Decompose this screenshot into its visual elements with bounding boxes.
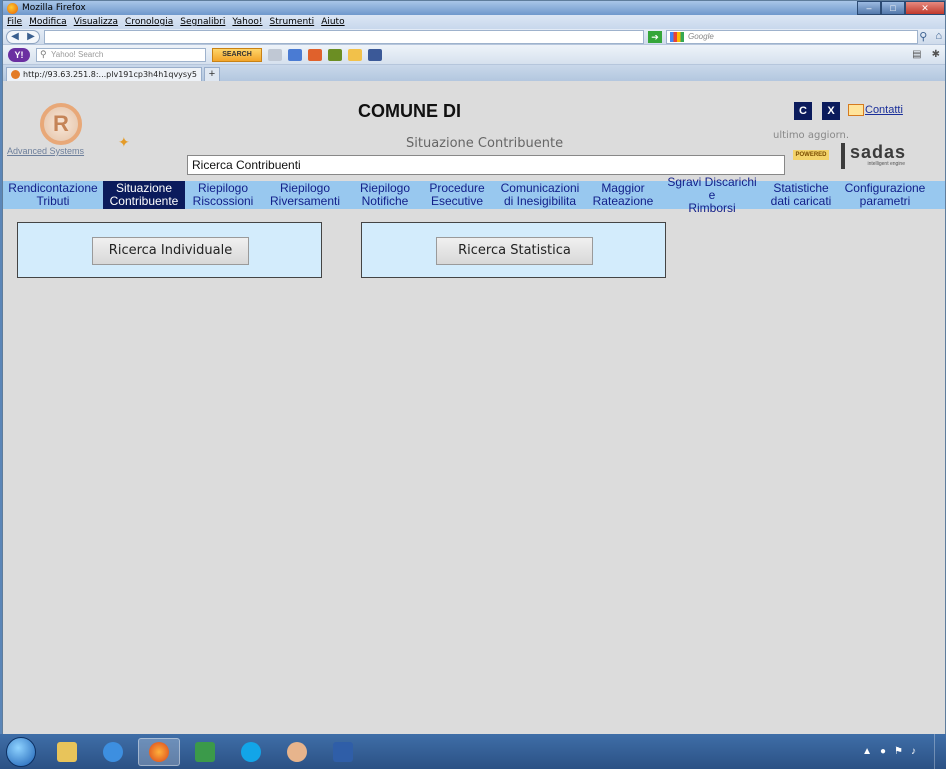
ricerca-individuale-button[interactable]: Ricerca Individuale (92, 237, 249, 265)
individual-search-panel: Ricerca Individuale (17, 222, 322, 278)
menu-configurazione-parametri[interactable]: Configurazione parametri (837, 181, 933, 209)
bookmarks-icon[interactable]: ▤ (912, 49, 921, 60)
yahoo-search-input[interactable]: Yahoo! Search (36, 47, 206, 62)
menu-sgravi-discarichi-rimborsi[interactable]: Sgravi Discarichi e Rimborsi (659, 175, 765, 214)
powered-badge: POWERED (793, 150, 829, 160)
news-toolbar-icon[interactable] (348, 48, 362, 61)
system-tray: ▲ ● ⚑ ♪ (862, 746, 916, 757)
menu-riepilogo-riversamenti[interactable]: Riepilogo Riversamenti (261, 181, 349, 209)
menu-rendicontazione-tributi[interactable]: Rendicontazione Tributi (3, 181, 103, 209)
menu-strumenti[interactable]: Strumenti (270, 17, 315, 27)
google-icon[interactable] (670, 31, 684, 42)
taskbar-word[interactable] (322, 738, 364, 766)
logo-caption[interactable]: Advanced Systems (7, 146, 84, 156)
maximize-button[interactable]: □ (881, 1, 905, 15)
back-arrow-icon[interactable]: ◀ (11, 31, 19, 42)
contribuenti-search-field[interactable]: Ricerca Contribuenti (187, 155, 785, 175)
minimize-button[interactable]: – (857, 1, 881, 15)
main-menu: Rendicontazione Tributi Situazione Contr… (3, 175, 945, 214)
menu-bar: File Modifica Visualizza Cronologia Segn… (3, 15, 945, 29)
page-subtitle: Situazione Contribuente (406, 136, 564, 151)
back-forward-buttons[interactable]: ◀ ▶ (6, 29, 40, 44)
taskbar-firefox[interactable] (138, 737, 180, 766)
r-app-icon (287, 741, 307, 762)
skype-icon (241, 741, 261, 762)
company-logo-icon: R (40, 103, 82, 145)
menu-statistiche-dati[interactable]: Statistiche dati caricati (765, 181, 837, 209)
tab-label: http://93.63.251.8:...plv191cp3h4h1qvysy… (23, 70, 197, 79)
menu-yahoo[interactable]: Yahoo! (232, 17, 262, 27)
menu-riepilogo-notifiche[interactable]: Riepilogo Notifiche (349, 181, 421, 209)
yahoo-toolbar: Y! Yahoo! Search SEARCH ▤ ✱ (3, 45, 945, 65)
search-engine-placeholder: Google (688, 32, 714, 41)
show-desktop-button[interactable] (934, 734, 946, 769)
page-header: R Advanced Systems ✦ COMUNE DI Situazion… (3, 98, 945, 181)
tray-flag-icon[interactable]: ⚑ (894, 746, 903, 757)
settings-gear-icon[interactable]: ✱ (932, 49, 940, 60)
taskbar-app-r[interactable] (276, 738, 318, 766)
tab-active[interactable]: http://93.63.251.8:...plv191cp3h4h1qvysy… (6, 67, 202, 81)
c-button[interactable]: C (794, 102, 812, 120)
games-toolbar-icon[interactable] (328, 48, 342, 61)
last-update-label: ultimo aggiorn. (773, 130, 850, 141)
x-button[interactable]: X (822, 102, 840, 120)
navigation-bar: ◀ ▶ ➔ Google ⚲ ⌂ (3, 29, 945, 45)
taskbar-ie[interactable] (92, 738, 134, 766)
tab-bar: http://93.63.251.8:...plv191cp3h4h1qvysy… (3, 65, 945, 81)
yahoo-logo-icon[interactable]: Y! (8, 47, 30, 62)
windows-taskbar: ▲ ● ⚑ ♪ (0, 734, 946, 769)
home-icon[interactable]: ⌂ (935, 30, 942, 43)
rocket-icon: ✦ (118, 134, 130, 150)
title-bar: Mozilla Firefox – □ ✕ (3, 1, 945, 15)
firefox-icon (7, 2, 18, 14)
page-title: COMUNE DI (358, 101, 461, 121)
menu-riepilogo-riscossioni[interactable]: Riepilogo Riscossioni (185, 181, 261, 209)
firefox-icon (149, 741, 169, 762)
mail-icon[interactable] (848, 104, 864, 116)
tray-volume-icon[interactable]: ♪ (911, 746, 916, 757)
start-button[interactable] (6, 736, 36, 767)
taskbar-explorer[interactable] (46, 738, 88, 766)
browser-window: Mozilla Firefox – □ ✕ File Modifica Visu… (2, 0, 946, 734)
menu-procedure-esecutive[interactable]: Procedure Esecutive (421, 181, 493, 209)
search-magnifier-icon[interactable]: ⚲ (919, 30, 927, 43)
new-tab-button[interactable]: + (203, 67, 220, 81)
close-window-button[interactable]: ✕ (905, 1, 945, 15)
sadas-logo: sadas intelligent engine (841, 143, 909, 169)
menu-file[interactable]: File (7, 17, 22, 27)
tray-arrow-icon[interactable]: ▲ (862, 746, 872, 757)
sadas-brand-text: sadas (850, 142, 907, 162)
tray-network-icon[interactable]: ● (880, 746, 886, 757)
menu-modifica[interactable]: Modifica (29, 17, 67, 27)
toolbar-tool-icon[interactable] (268, 48, 282, 61)
tab-favicon-icon (11, 70, 20, 79)
facebook-toolbar-icon[interactable] (368, 48, 382, 61)
url-bar[interactable] (44, 29, 644, 44)
menu-maggior-rateazione[interactable]: Maggior Rateazione (587, 181, 659, 209)
menu-comunicazioni-inesigibilita[interactable]: Comunicazioni di Inesigibilita (493, 181, 587, 209)
folder-icon (57, 741, 77, 762)
forward-arrow-icon[interactable]: ▶ (27, 31, 35, 42)
menu-cronologia[interactable]: Cronologia (125, 17, 173, 27)
word-icon (333, 741, 353, 762)
menu-situazione-contribuente[interactable]: Situazione Contribuente (103, 181, 185, 209)
taskbar-excel[interactable] (184, 738, 226, 766)
internet-explorer-icon (103, 741, 123, 762)
page-content: R Advanced Systems ✦ COMUNE DI Situazion… (3, 98, 945, 734)
taskbar-skype[interactable] (230, 738, 272, 766)
menu-aiuto[interactable]: Aiuto (321, 17, 344, 27)
ricerca-statistica-button[interactable]: Ricerca Statistica (436, 237, 593, 265)
search-engine-box[interactable]: Google (666, 29, 918, 44)
excel-icon (195, 741, 215, 762)
window-title: Mozilla Firefox (22, 3, 86, 13)
contatti-link[interactable]: Contatti (865, 104, 903, 116)
menu-visualizza[interactable]: Visualizza (74, 17, 118, 27)
yahoo-search-button[interactable]: SEARCH (212, 47, 262, 62)
statistic-search-panel: Ricerca Statistica (361, 222, 666, 278)
mail-toolbar-icon[interactable] (288, 48, 302, 61)
go-button[interactable]: ➔ (648, 30, 662, 43)
weather-toolbar-icon[interactable] (308, 48, 322, 61)
menu-segnalibri[interactable]: Segnalibri (180, 17, 225, 27)
